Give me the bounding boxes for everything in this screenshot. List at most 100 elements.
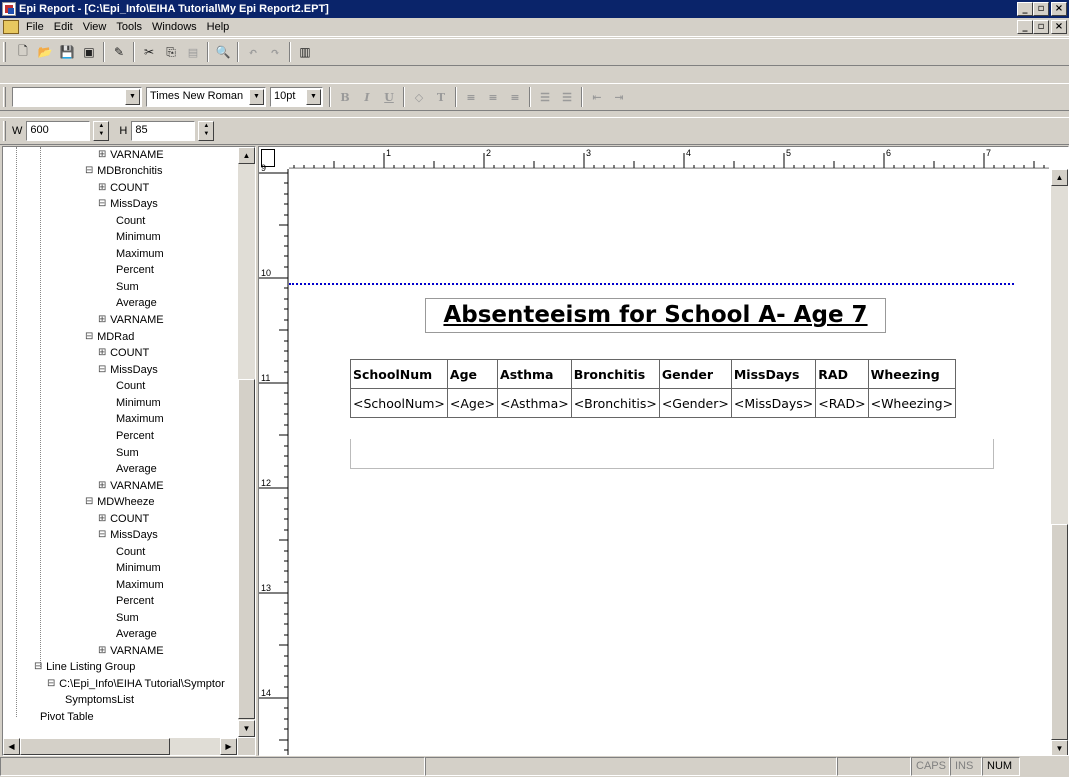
cut-icon[interactable]: ✂ — [141, 44, 157, 60]
field-cell[interactable]: <Wheezing> — [867, 388, 957, 418]
tree-item[interactable]: ⊟ MDRad — [85, 329, 134, 345]
restore-button[interactable]: ▫ — [1033, 2, 1049, 16]
doc-close-button[interactable]: × — [1051, 20, 1067, 34]
tree-item[interactable]: Sum — [116, 445, 139, 461]
field-cell[interactable]: <Gender> — [658, 388, 732, 418]
close-button[interactable]: × — [1051, 2, 1067, 16]
underline-icon[interactable]: U — [381, 89, 397, 105]
toolbar-grip[interactable] — [3, 87, 6, 107]
tree-item[interactable]: ⊞ VARNAME — [98, 312, 164, 328]
report-title[interactable]: Absenteeism for School A- Age 7 — [425, 298, 886, 333]
field-cell[interactable]: <Bronchitis> — [570, 388, 660, 418]
tree-item[interactable]: ⊞ COUNT — [98, 180, 149, 196]
tree-item[interactable]: ⊟ MDBronchitis — [85, 163, 162, 179]
tree-horizontal-scrollbar[interactable]: ◀ ▶ — [3, 738, 237, 755]
field-cell[interactable]: <RAD> — [815, 388, 869, 418]
editor-vertical-scrollbar[interactable]: ▲ ▼ — [1051, 169, 1068, 755]
italic-icon[interactable]: I — [359, 89, 375, 105]
column-header[interactable]: Bronchitis — [570, 359, 660, 389]
chevron-down-icon[interactable]: ▼ — [306, 89, 321, 105]
tree-item[interactable]: Sum — [116, 610, 139, 626]
doc-minimize-button[interactable]: _ — [1017, 20, 1033, 34]
tree-item[interactable]: Sum — [116, 279, 139, 295]
column-header[interactable]: Wheezing — [867, 359, 957, 389]
tree-item[interactable]: Maximum — [116, 411, 164, 427]
print-preview-icon[interactable]: 🔍 — [215, 44, 231, 60]
field-cell[interactable]: <Asthma> — [497, 388, 572, 418]
tree-item[interactable]: ⊟ MissDays — [98, 362, 158, 378]
column-header[interactable]: SchoolNum — [350, 359, 448, 389]
width-input[interactable]: 600 — [26, 121, 91, 141]
scroll-left-icon[interactable]: ◀ — [3, 738, 20, 755]
menu-file[interactable]: File — [21, 21, 49, 33]
field-cell[interactable]: <SchoolNum> — [350, 388, 448, 418]
scroll-thumb[interactable] — [238, 379, 255, 719]
column-header[interactable]: Asthma — [497, 359, 572, 389]
tree-item[interactable]: Count — [116, 378, 145, 394]
font-select[interactable]: Times New Roman ▼ — [146, 87, 266, 107]
align-right-icon[interactable]: ≡ — [507, 89, 523, 105]
report-canvas[interactable]: Absenteeism for School A- Age 7 SchoolNu… — [289, 169, 1049, 755]
scroll-down-icon[interactable]: ▼ — [238, 720, 255, 737]
open-icon[interactable]: 📂 — [37, 44, 53, 60]
menu-tools[interactable]: Tools — [111, 21, 147, 33]
tree-item[interactable]: Maximum — [116, 246, 164, 262]
scroll-right-icon[interactable]: ▶ — [220, 738, 237, 755]
chevron-down-icon[interactable]: ▼ — [249, 89, 264, 105]
field-cell[interactable]: <MissDays> — [730, 388, 817, 418]
document-icon[interactable] — [3, 20, 19, 34]
scroll-up-icon[interactable]: ▲ — [238, 147, 255, 164]
style-select[interactable]: ▼ — [12, 87, 142, 107]
edit-icon[interactable]: ✎ — [111, 44, 127, 60]
field-tree[interactable]: ⊞ VARNAME ⊟ MDBronchitis ⊞ COUNT ⊟ MissD… — [3, 147, 237, 737]
tree-item[interactable]: Minimum — [116, 395, 161, 411]
new-icon[interactable]: 🗋 — [15, 44, 31, 60]
table-footer-row[interactable] — [350, 439, 994, 469]
tree-item[interactable]: Average — [116, 295, 157, 311]
tree-item[interactable]: Minimum — [116, 229, 161, 245]
font-size-select[interactable]: 10pt ▼ — [270, 87, 323, 107]
tree-item[interactable]: ⊞ VARNAME — [98, 478, 164, 494]
scroll-thumb[interactable] — [20, 738, 170, 755]
tree-item[interactable]: ⊟ C:\Epi_Info\EIHA Tutorial\Symptor — [47, 676, 225, 692]
column-header[interactable]: Age — [446, 359, 499, 389]
tree-item[interactable]: Count — [116, 213, 145, 229]
save-all-icon[interactable]: ▣ — [81, 44, 97, 60]
font-color-icon[interactable]: ◇ — [411, 89, 427, 105]
doc-restore-button[interactable]: ▫ — [1033, 20, 1049, 34]
numbered-list-icon[interactable]: ☰ — [537, 89, 553, 105]
section-divider[interactable] — [289, 283, 1014, 285]
toolbar-grip[interactable] — [3, 42, 6, 62]
redo-icon[interactable]: ↷ — [267, 44, 283, 60]
scroll-up-icon[interactable]: ▲ — [1051, 169, 1068, 186]
tree-item[interactable]: Pivot Table — [40, 709, 94, 725]
height-input[interactable]: 85 — [131, 121, 196, 141]
vertical-ruler[interactable]: 9 10 11 12 13 14 — [259, 163, 289, 755]
column-header[interactable]: RAD — [815, 359, 869, 389]
tree-item[interactable]: Average — [116, 626, 157, 642]
tree-item[interactable]: Percent — [116, 593, 154, 609]
tree-item[interactable]: ⊟ Line Listing Group — [34, 659, 135, 675]
toolbar-grip[interactable] — [3, 121, 6, 141]
scroll-down-icon[interactable]: ▼ — [1051, 740, 1068, 755]
save-icon[interactable]: 💾 — [59, 44, 75, 60]
width-spinner[interactable]: ▲ ▼ — [93, 121, 110, 141]
height-spinner[interactable]: ▲ ▼ — [198, 121, 215, 141]
scroll-thumb[interactable] — [1051, 524, 1068, 740]
tree-item[interactable]: Percent — [116, 428, 154, 444]
tree-item[interactable]: ⊟ MDWheeze — [85, 494, 155, 510]
chevron-down-icon[interactable]: ▼ — [125, 89, 140, 105]
report-table[interactable]: SchoolNum Age Asthma Bronchitis Gender M… — [350, 359, 957, 418]
field-cell[interactable]: <Age> — [446, 388, 499, 418]
menu-edit[interactable]: Edit — [49, 21, 78, 33]
increase-indent-icon[interactable]: ⇥ — [611, 89, 627, 105]
tree-item[interactable]: Minimum — [116, 560, 161, 576]
tree-item[interactable]: ⊞ COUNT — [98, 511, 149, 527]
columns-icon[interactable]: ▥ — [297, 44, 313, 60]
bullet-list-icon[interactable]: ☰ — [559, 89, 575, 105]
decrease-indent-icon[interactable]: ⇤ — [589, 89, 605, 105]
column-header[interactable]: MissDays — [730, 359, 817, 389]
tree-item[interactable]: ⊞ COUNT — [98, 345, 149, 361]
app-icon[interactable] — [2, 2, 16, 16]
copy-icon[interactable]: ⎘ — [163, 44, 179, 60]
